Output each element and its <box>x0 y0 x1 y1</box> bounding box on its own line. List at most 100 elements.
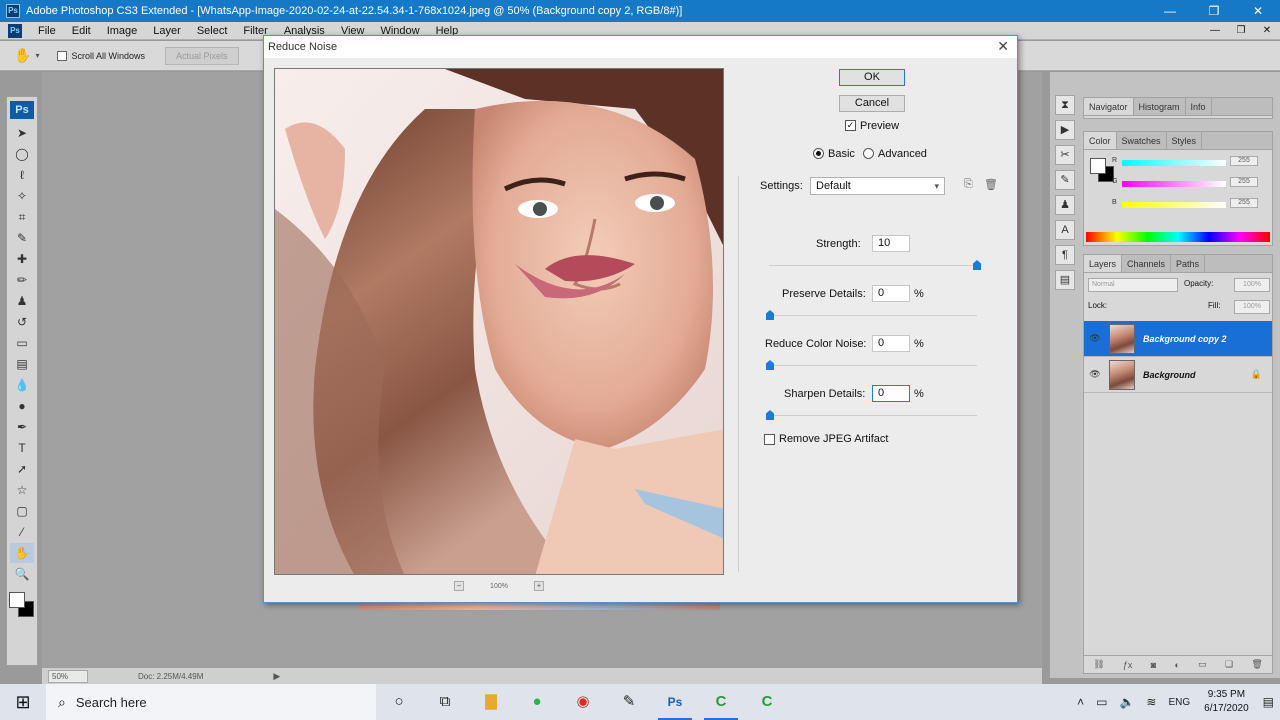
actual-pixels-button[interactable]: Actual Pixels <box>164 46 239 65</box>
notepad-icon[interactable]: ✎ <box>606 684 652 720</box>
opacity-field[interactable]: 100% <box>1234 278 1270 292</box>
layer-row-background-copy-2[interactable]: 👁 Background copy 2 <box>1084 321 1272 357</box>
tab-paths[interactable]: Paths <box>1171 255 1206 272</box>
camtasia-icon[interactable]: C <box>698 684 744 720</box>
green-slider[interactable]: G 255 <box>1112 177 1258 187</box>
history-brush-icon[interactable]: ↺ <box>10 312 34 332</box>
blend-mode-select[interactable]: Normal <box>1088 278 1178 292</box>
advanced-radio[interactable] <box>863 148 874 159</box>
strength-field[interactable]: 10 <box>872 235 910 252</box>
foreground-color[interactable] <box>9 592 25 608</box>
paragraph-panel-icon[interactable]: ¶ <box>1055 245 1075 265</box>
slice-tool-icon[interactable]: ✎ <box>10 228 34 248</box>
new-layer-icon[interactable]: ❏ <box>1225 659 1233 670</box>
minimize-icon[interactable]: — <box>1148 0 1192 22</box>
doc-size-readout[interactable]: Doc: 2.25M/4.49M <box>138 672 203 681</box>
volume-icon[interactable]: 🔈 <box>1119 695 1134 709</box>
close-icon[interactable]: ✕ <box>1236 0 1280 22</box>
actions-panel-icon[interactable]: ▶ <box>1055 120 1075 140</box>
color-swatches[interactable] <box>9 592 35 618</box>
fill-field[interactable]: 100% <box>1234 300 1270 314</box>
doc-close-icon[interactable]: ✕ <box>1254 22 1280 40</box>
eraser-tool-icon[interactable]: ▭ <box>10 333 34 353</box>
marquee-tool-icon[interactable]: ◯ <box>10 144 34 164</box>
camtasia-recorder-icon[interactable]: C <box>744 684 790 720</box>
tab-color[interactable]: Color <box>1084 132 1117 149</box>
hand-tool-icon[interactable]: ✋ <box>10 543 34 563</box>
restore-icon[interactable]: ❐ <box>1192 0 1236 22</box>
zoom-out-button[interactable]: − <box>454 581 464 591</box>
layer-name[interactable]: Background copy 2 <box>1143 334 1227 344</box>
cancel-button[interactable]: Cancel <box>839 95 905 112</box>
menu-select[interactable]: Select <box>189 25 236 37</box>
gradient-tool-icon[interactable]: ▤ <box>10 354 34 374</box>
remove-jpeg-artifact-checkbox[interactable] <box>764 434 775 445</box>
pen-tool-icon[interactable]: ✒ <box>10 417 34 437</box>
blur-tool-icon[interactable]: 💧 <box>10 375 34 395</box>
taskbar-clock[interactable]: 9:35 PM 6/17/2020 <box>1204 688 1249 716</box>
layer-mask-icon[interactable]: ◙ <box>1151 660 1156 670</box>
basic-radio[interactable] <box>813 148 824 159</box>
save-settings-icon[interactable]: ⎘ <box>964 178 973 191</box>
clone-stamp-icon[interactable]: ♟ <box>10 291 34 311</box>
panel-foreground-color[interactable] <box>1090 158 1106 174</box>
battery-icon[interactable]: ▭ <box>1096 695 1107 709</box>
eye-icon[interactable]: 👁 <box>1087 369 1103 380</box>
adjustment-layer-icon[interactable]: ◐ <box>1174 660 1179 670</box>
scroll-all-windows-checkbox[interactable] <box>57 50 68 61</box>
layer-row-background[interactable]: 👁 Background 🔒 <box>1084 357 1272 393</box>
tab-swatches[interactable]: Swatches <box>1117 132 1167 149</box>
lasso-tool-icon[interactable]: ℓ <box>10 165 34 185</box>
path-select-icon[interactable]: ➚ <box>10 459 34 479</box>
chrome-icon[interactable]: ◉ <box>560 684 606 720</box>
tool-presets-icon[interactable]: ✂ <box>1055 145 1075 165</box>
reduce-color-noise-field[interactable]: 0 <box>872 335 910 352</box>
eyedropper-icon[interactable]: ⁄ <box>10 522 34 542</box>
strength-track[interactable] <box>769 265 977 266</box>
file-explorer-icon[interactable]: ▇ <box>468 684 514 720</box>
magic-wand-icon[interactable]: ✧ <box>10 186 34 206</box>
language-indicator[interactable]: ENG <box>1168 697 1190 708</box>
dialog-close-icon[interactable]: ✕ <box>997 38 1009 55</box>
preserve-details-track[interactable] <box>769 315 977 316</box>
zoom-tool-icon[interactable]: 🔍 <box>10 564 34 584</box>
settings-select[interactable]: Default ▾ <box>810 177 945 195</box>
blue-slider[interactable]: B 255 <box>1112 198 1258 208</box>
photoshop-taskbar-icon[interactable]: Ps <box>652 684 698 720</box>
tab-navigator[interactable]: Navigator <box>1084 98 1134 115</box>
filter-preview[interactable] <box>274 68 724 575</box>
cortana-icon[interactable]: ○ <box>376 684 422 720</box>
layer-comps-icon[interactable]: ▤ <box>1055 270 1075 290</box>
status-arrow-icon[interactable]: ▶ <box>273 671 280 682</box>
history-panel-icon[interactable]: ⧗ <box>1055 95 1075 115</box>
zoom-field[interactable]: 50% <box>48 670 88 683</box>
reduce-color-noise-track[interactable] <box>769 365 977 366</box>
wifi-icon[interactable]: ≋ <box>1146 695 1156 709</box>
character-panel-icon[interactable]: A <box>1055 220 1075 240</box>
menu-image[interactable]: Image <box>99 25 146 37</box>
clone-source-icon[interactable]: ♟ <box>1055 195 1075 215</box>
link-layers-icon[interactable]: ⛓ <box>1093 659 1104 670</box>
delete-settings-icon[interactable]: 🗑 <box>984 178 998 191</box>
brush-tool-icon[interactable]: ✏ <box>10 270 34 290</box>
layer-name[interactable]: Background <box>1143 370 1196 380</box>
preview-checkbox[interactable]: ✓ <box>845 120 856 131</box>
blue-value[interactable]: 255 <box>1230 198 1258 208</box>
tray-chevron-icon[interactable]: ˄ <box>1077 695 1084 709</box>
hand-tool-icon[interactable]: ✋ <box>14 47 31 64</box>
notes-tool-icon[interactable]: ▢ <box>10 501 34 521</box>
zoom-in-button[interactable]: + <box>534 581 544 591</box>
delete-layer-icon[interactable]: 🗑 <box>1251 659 1262 670</box>
menu-edit[interactable]: Edit <box>64 25 99 37</box>
move-tool-icon[interactable]: ➤ <box>10 123 34 143</box>
dodge-tool-icon[interactable]: ● <box>10 396 34 416</box>
preserve-details-field[interactable]: 0 <box>872 285 910 302</box>
search-placeholder[interactable]: Search here <box>76 695 147 710</box>
type-tool-icon[interactable]: T <box>10 438 34 458</box>
red-value[interactable]: 255 <box>1230 156 1258 166</box>
eye-icon[interactable]: 👁 <box>1087 333 1103 344</box>
tab-info[interactable]: Info <box>1186 98 1212 115</box>
red-slider[interactable]: R 255 <box>1112 156 1258 166</box>
sharpen-details-track[interactable] <box>769 415 977 416</box>
ok-button[interactable]: OK <box>839 69 905 86</box>
